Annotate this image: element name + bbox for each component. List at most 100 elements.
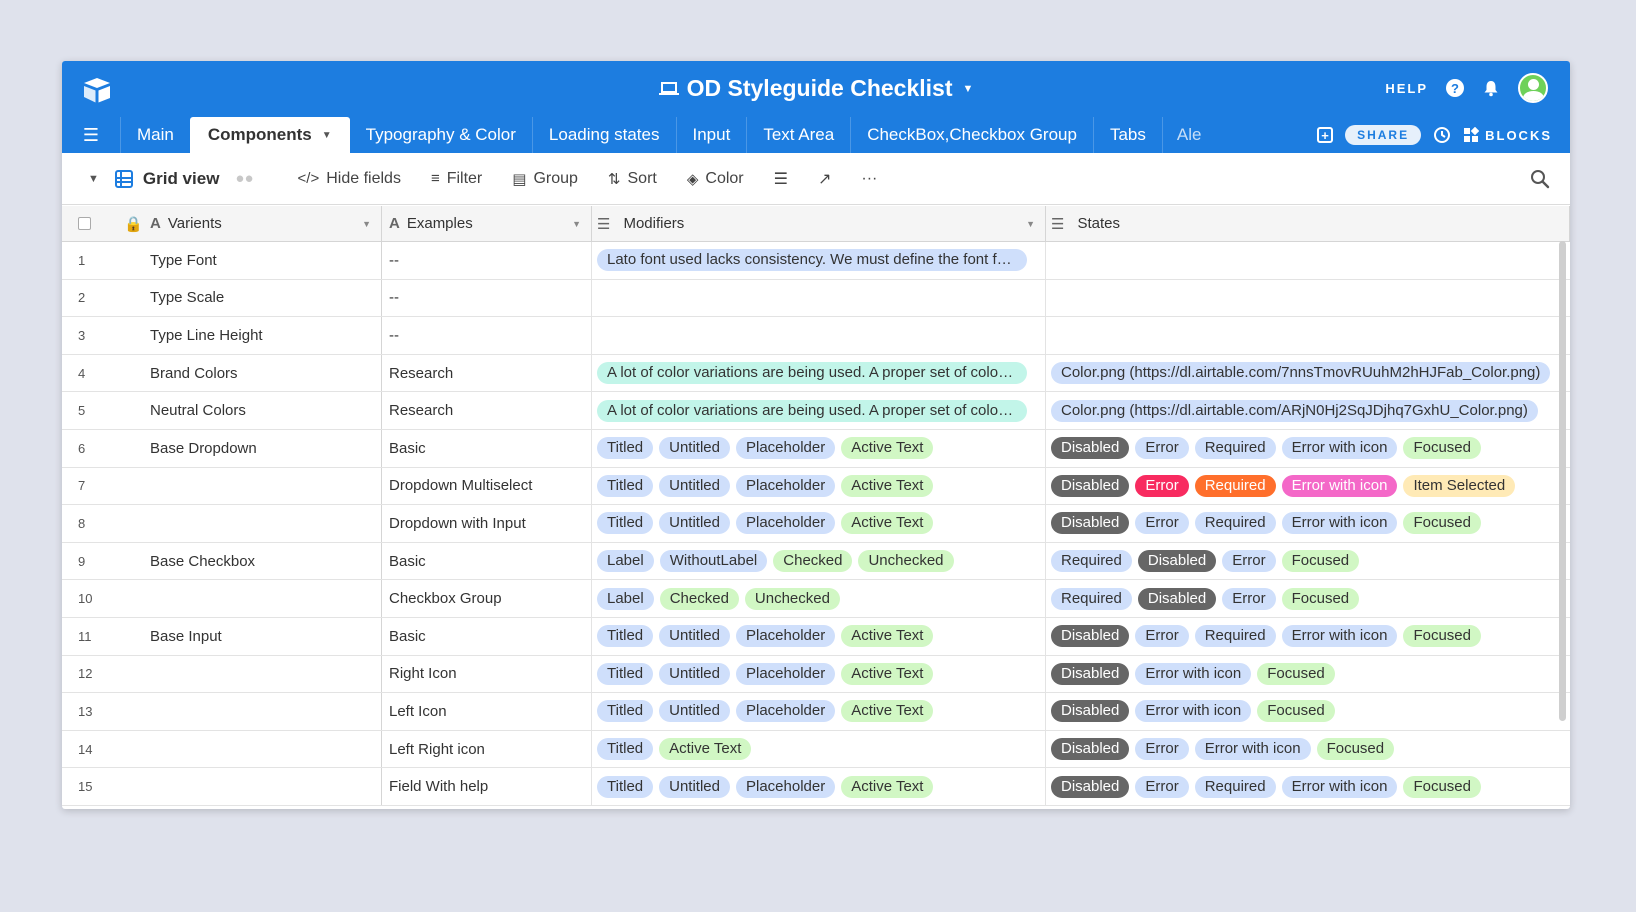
option-pill[interactable]: Focused <box>1403 775 1481 798</box>
option-pill[interactable]: Disabled <box>1137 550 1217 573</box>
states-cell[interactable]: Color.png (https://dl.airtable.com/7nnsT… <box>1046 355 1570 392</box>
modifiers-cell[interactable]: Titled Untitled Placeholder Active Text <box>592 655 1046 693</box>
example-cell[interactable]: Checkbox Group <box>382 580 592 617</box>
varient-cell[interactable]: Brand Colors <box>144 354 382 392</box>
option-pill[interactable]: Error <box>1135 437 1189 460</box>
example-cell[interactable]: Left Icon <box>382 693 592 730</box>
modifiers-cell[interactable]: Label WithoutLabel Checked Unchecked <box>592 542 1046 580</box>
option-pill[interactable]: Titled <box>597 700 654 723</box>
table-row[interactable]: 9 Base Checkbox Basic Label WithoutLabel Chec… <box>62 542 1570 581</box>
chevron-down-icon[interactable]: ▼ <box>1026 219 1035 229</box>
option-pill[interactable]: Active Text <box>841 625 934 648</box>
option-pill[interactable]: Error with icon <box>1135 700 1252 723</box>
add-table-icon[interactable]: + <box>1317 127 1334 143</box>
states-cell[interactable]: Required Disabled Error Focused <box>1046 580 1570 617</box>
option-pill[interactable]: Disabled <box>1051 738 1130 761</box>
option-pill[interactable]: Required <box>1194 775 1276 798</box>
option-pill[interactable]: Titled <box>597 474 654 497</box>
option-pill[interactable]: Active Text <box>841 437 934 460</box>
table-row[interactable]: 15 Field With help Titled Untitled Placehold… <box>62 768 1570 806</box>
table-row[interactable]: 4 Brand Colors Research A lot of color vari… <box>62 354 1570 393</box>
option-pill[interactable]: Error <box>1135 738 1189 761</box>
option-pill[interactable]: Disabled <box>1051 512 1130 535</box>
option-pill[interactable]: Error <box>1222 587 1276 610</box>
table-row[interactable]: 14 Left Right icon Titled Active Text Disabl… <box>62 730 1570 769</box>
option-pill[interactable]: Titled <box>597 662 654 685</box>
chevron-down-icon[interactable]: ▼ <box>322 130 332 141</box>
modifiers-cell[interactable]: Titled Untitled Placeholder Active Text <box>592 768 1046 805</box>
option-pill[interactable]: Disabled <box>1051 474 1130 497</box>
option-pill[interactable]: Disabled <box>1051 662 1130 685</box>
modifiers-cell[interactable]: Titled Untitled Placeholder Active Text <box>592 505 1046 542</box>
varient-cell[interactable]: Base Input <box>144 617 382 655</box>
history-icon[interactable] <box>1433 126 1451 144</box>
tab-tabs[interactable]: Tabs <box>1092 117 1162 153</box>
bell-icon[interactable] <box>1482 79 1500 97</box>
option-pill[interactable]: Error with icon <box>1281 474 1398 497</box>
example-cell[interactable]: Left Right icon <box>382 730 592 768</box>
option-pill[interactable]: Active Text <box>841 700 934 723</box>
tab-alerts[interactable]: Ale <box>1161 117 1226 153</box>
option-pill[interactable]: Lato font used lacks consistency. We mus… <box>597 249 1027 272</box>
option-pill[interactable]: A lot of color variations are being used… <box>597 362 1027 385</box>
modifiers-cell[interactable] <box>592 279 1046 317</box>
option-pill[interactable]: Focused <box>1281 587 1360 610</box>
option-pill[interactable]: Required <box>1194 512 1276 535</box>
collaborators-icon[interactable]: ●● <box>235 170 253 187</box>
option-pill[interactable]: A lot of color variations are being used… <box>597 399 1027 422</box>
states-cell[interactable] <box>1046 242 1570 279</box>
option-pill[interactable]: Untitled <box>659 700 730 723</box>
option-pill[interactable]: Titled <box>597 437 654 460</box>
blocks-button[interactable]: BLOCKS <box>1463 127 1552 143</box>
option-pill[interactable]: Placeholder <box>735 437 836 460</box>
varient-cell[interactable] <box>144 505 382 542</box>
states-cell[interactable]: Disabled Error Error with icon Focused <box>1046 731 1570 768</box>
option-pill[interactable]: Untitled <box>659 625 730 648</box>
varient-cell[interactable] <box>144 580 382 617</box>
states-cell[interactable]: Disabled Error with icon Focused <box>1046 693 1570 730</box>
table-row[interactable]: 8 Dropdown with Input Titled Untitled Placeh… <box>62 505 1570 543</box>
modifiers-cell[interactable]: Label Checked Unchecked <box>592 580 1046 617</box>
option-pill[interactable]: Error <box>1135 775 1189 798</box>
example-cell[interactable]: Right Icon <box>382 655 592 693</box>
option-pill[interactable]: Checked <box>773 550 853 573</box>
option-pill[interactable]: Error <box>1222 550 1276 573</box>
varient-cell[interactable] <box>144 730 382 768</box>
option-pill[interactable]: Active Text <box>841 512 934 535</box>
tab-components[interactable]: Components ▼ <box>189 117 350 153</box>
option-pill[interactable]: Error with icon <box>1281 625 1398 648</box>
table-row[interactable]: 10 Checkbox Group Label Checked Unchecked Req… <box>62 580 1570 618</box>
states-cell[interactable]: Disabled Error Required Error with icon Focu… <box>1046 618 1570 655</box>
option-pill[interactable]: Required <box>1194 437 1276 460</box>
option-pill[interactable]: Untitled <box>659 512 730 535</box>
modifiers-cell[interactable]: A lot of color variations are being used… <box>592 392 1046 429</box>
tab-text-area[interactable]: Text Area <box>746 117 850 153</box>
vertical-scrollbar[interactable] <box>1559 241 1566 721</box>
hamburger-menu-icon[interactable]: ☰ <box>62 117 120 153</box>
states-cell[interactable]: Color.png (https://dl.airtable.com/ARjN0… <box>1046 392 1570 429</box>
option-pill[interactable]: Focused <box>1403 512 1481 535</box>
option-pill[interactable]: Color.png (https://dl.airtable.com/7nnsT… <box>1051 362 1551 385</box>
option-pill[interactable]: Placeholder <box>735 700 836 723</box>
option-pill[interactable]: Disabled <box>1051 625 1130 648</box>
table-row[interactable]: 7 Dropdown Multiselect Titled Untitled Place… <box>62 467 1570 506</box>
modifiers-cell[interactable]: Titled Untitled Placeholder Active Text <box>592 429 1046 467</box>
varient-cell[interactable] <box>144 467 382 505</box>
modifiers-cell[interactable]: A lot of color variations are being used… <box>592 354 1046 392</box>
chevron-down-icon[interactable]: ▼ <box>572 219 581 229</box>
states-cell[interactable]: Disabled Error Required Error with icon Item… <box>1046 468 1570 505</box>
column-header-states[interactable]: ☰ States <box>1046 206 1570 241</box>
states-cell[interactable] <box>1046 280 1570 317</box>
modifiers-cell[interactable] <box>592 317 1046 354</box>
modifiers-cell[interactable]: Titled Untitled Placeholder Active Text <box>592 693 1046 730</box>
states-cell[interactable]: Disabled Error Required Error with icon Focu… <box>1046 505 1570 542</box>
share-view-icon[interactable]: ↗ <box>818 169 831 189</box>
option-pill[interactable]: Error <box>1135 474 1189 497</box>
option-pill[interactable]: Error <box>1135 625 1189 648</box>
varient-cell[interactable]: Type Scale <box>144 279 382 317</box>
example-cell[interactable]: Field With help <box>382 768 592 805</box>
option-pill[interactable]: Placeholder <box>735 662 836 685</box>
more-options-icon[interactable]: ··· <box>861 170 877 188</box>
table-row[interactable]: 5 Neutral Colors Research A lot of color va… <box>62 392 1570 430</box>
option-pill[interactable]: Label <box>597 587 654 610</box>
